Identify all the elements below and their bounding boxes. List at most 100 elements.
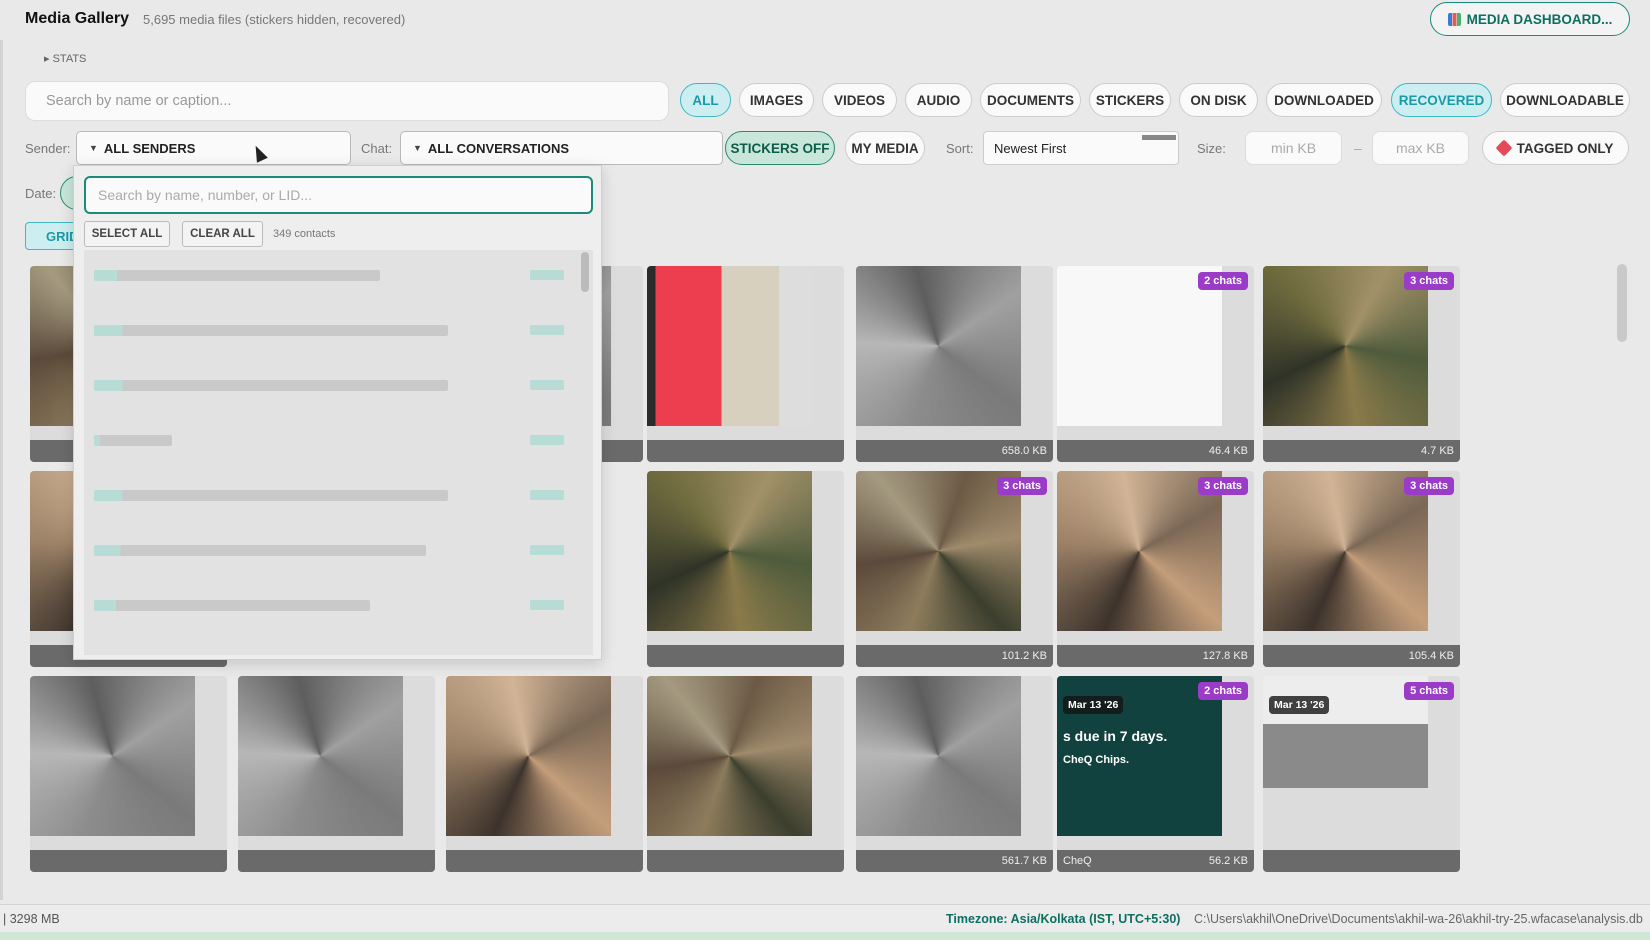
sort-select-value: Newest First xyxy=(994,140,1067,156)
file-size: 46.4 KB xyxy=(1208,445,1248,457)
chat-select-value: ALL CONVERSATIONS xyxy=(427,140,570,156)
contact-list xyxy=(84,250,593,655)
cheq-headline: s due in 7 days. xyxy=(1063,728,1168,744)
card-footer: 4.7 KB xyxy=(1263,440,1460,462)
chats-badge: 3 chats xyxy=(1404,477,1454,495)
stickers-off-toggle[interactable]: STICKERS OFF xyxy=(725,131,835,165)
card-footer xyxy=(647,645,844,667)
card-footer xyxy=(30,850,227,872)
filter-all[interactable]: ALL xyxy=(680,83,731,117)
media-thumbnail xyxy=(647,676,812,836)
chat-select[interactable]: ▼ ALL CONVERSATIONS xyxy=(400,131,723,165)
tag-icon xyxy=(1495,139,1513,157)
date-badge: Mar 13 '26 xyxy=(1269,696,1330,714)
header: Media Gallery 5,695 media files (sticker… xyxy=(0,0,1650,40)
timezone-label: Timezone: Asia/Kolkata (IST, UTC+5:30) xyxy=(946,911,1181,926)
contact-row[interactable] xyxy=(84,635,574,655)
media-card[interactable]: 658.0 KB xyxy=(856,266,1053,462)
contact-row[interactable] xyxy=(84,525,574,577)
sender-select[interactable]: ▼ ALL SENDERS xyxy=(76,131,351,165)
sort-select[interactable]: Newest First xyxy=(983,131,1179,165)
media-gallery-app: Media Gallery 5,695 media files (sticker… xyxy=(0,0,1650,940)
media-card[interactable] xyxy=(647,676,844,872)
media-card[interactable] xyxy=(647,471,844,667)
sort-label: Sort: xyxy=(946,141,974,156)
media-card[interactable]: Mar 13 '26 5 chats xyxy=(1263,676,1460,872)
contact-row[interactable] xyxy=(84,250,574,302)
page-scrollbar[interactable] xyxy=(1617,264,1627,342)
select-all-button[interactable]: SELECT ALL xyxy=(84,221,170,247)
media-card[interactable]: 2 chats 46.4 KB xyxy=(1057,266,1254,462)
chats-badge: 3 chats xyxy=(1198,477,1248,495)
media-card[interactable]: s due in 7 days. CheQ Chips. Mar 13 '26 … xyxy=(1057,676,1254,872)
search-input[interactable]: Search by name or caption... xyxy=(25,81,669,121)
card-footer xyxy=(647,850,844,872)
filter-videos[interactable]: VIDEOS xyxy=(822,83,897,117)
date-label: Date: xyxy=(25,186,57,201)
chats-badge: 5 chats xyxy=(1404,682,1454,700)
media-count-subtitle: 5,695 media files (stickers hidden, reco… xyxy=(143,12,406,27)
media-thumbnail xyxy=(856,676,1021,836)
media-dashboard-button[interactable]: MEDIA DASHBOARD... xyxy=(1430,2,1630,36)
card-footer xyxy=(446,850,643,872)
total-size: | 3298 MB xyxy=(3,911,60,926)
media-card[interactable]: 3 chats 127.8 KB xyxy=(1057,471,1254,667)
media-card[interactable] xyxy=(446,676,643,872)
stats-toggle[interactable]: ▸ STATS xyxy=(44,52,86,65)
media-thumbnail xyxy=(1263,266,1428,426)
clear-all-button[interactable]: CLEAR ALL xyxy=(182,221,263,247)
filter-documents[interactable]: DOCUMENTS xyxy=(980,83,1081,117)
filter-images[interactable]: IMAGES xyxy=(739,83,814,117)
left-edge-border xyxy=(0,40,3,900)
media-thumbnail xyxy=(647,471,812,631)
card-footer: 127.8 KB xyxy=(1057,645,1254,667)
media-card[interactable]: 561.7 KB xyxy=(856,676,1053,872)
sender-search-input[interactable]: Search by name, number, or LID... xyxy=(84,176,593,214)
card-footer: 658.0 KB xyxy=(856,440,1053,462)
media-thumbnail xyxy=(1057,471,1222,631)
media-card[interactable] xyxy=(238,676,435,872)
media-card[interactable]: 3 chats 4.7 KB xyxy=(1263,266,1460,462)
file-size: 56.2 KB xyxy=(1208,855,1248,867)
media-card[interactable] xyxy=(30,676,227,872)
media-thumbnail xyxy=(30,676,195,836)
contact-row[interactable] xyxy=(84,470,574,522)
chats-badge: 2 chats xyxy=(1198,682,1248,700)
contact-row[interactable] xyxy=(84,360,574,412)
filter-downloaded[interactable]: DOWNLOADED xyxy=(1266,83,1382,117)
filter-recovered[interactable]: RECOVERED xyxy=(1391,83,1492,117)
media-card[interactable] xyxy=(647,266,844,462)
size-min-input[interactable]: min KB xyxy=(1245,131,1342,165)
media-thumbnail xyxy=(1263,471,1428,631)
size-max-input[interactable]: max KB xyxy=(1372,131,1469,165)
card-footer: 46.4 KB xyxy=(1057,440,1254,462)
filter-downloadable[interactable]: DOWNLOADABLE xyxy=(1500,83,1630,117)
filter-stickers[interactable]: STICKERS xyxy=(1089,83,1171,117)
contact-row[interactable] xyxy=(84,305,574,357)
card-footer xyxy=(1263,850,1460,872)
sort-select-indicator xyxy=(1142,135,1176,140)
card-footer xyxy=(238,850,435,872)
card-caption: CheQ xyxy=(1063,855,1092,867)
media-card[interactable]: 3 chats 105.4 KB xyxy=(1263,471,1460,667)
media-card[interactable]: 3 chats 101.2 KB xyxy=(856,471,1053,667)
bottom-strip xyxy=(0,932,1650,940)
tagged-only-button[interactable]: TAGGED ONLY xyxy=(1482,131,1629,165)
sender-select-value: ALL SENDERS xyxy=(103,140,196,156)
contact-count: 349 contacts xyxy=(273,228,336,240)
page-title: Media Gallery xyxy=(25,10,130,27)
filter-on-disk[interactable]: ON DISK xyxy=(1179,83,1258,117)
contact-list-scrollbar[interactable] xyxy=(581,252,589,292)
chat-label: Chat: xyxy=(361,141,393,156)
card-footer: 105.4 KB xyxy=(1263,645,1460,667)
file-size: 561.7 KB xyxy=(1001,855,1047,867)
media-thumbnail xyxy=(446,676,611,836)
filter-audio[interactable]: AUDIO xyxy=(905,83,972,117)
file-size: 658.0 KB xyxy=(1001,445,1047,457)
grid-view-button[interactable]: GRID xyxy=(25,222,80,250)
contact-row[interactable] xyxy=(84,580,574,632)
my-media-button[interactable]: MY MEDIA xyxy=(845,131,925,165)
cheq-sub: CheQ Chips. xyxy=(1063,754,1130,766)
contact-row[interactable] xyxy=(84,415,574,467)
database-path: C:\Users\akhil\OneDrive\Documents\akhil-… xyxy=(1194,911,1643,926)
